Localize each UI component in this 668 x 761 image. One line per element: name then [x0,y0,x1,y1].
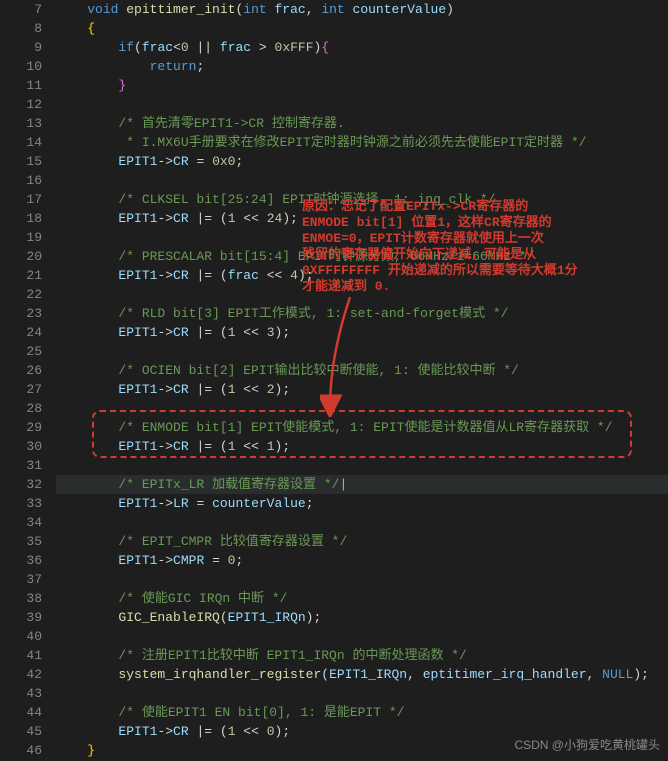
code-line: /* 注册EPIT1比较中断 EPIT1_IRQn 的中断处理函数 */ [56,646,668,665]
line-number: 35 [0,532,42,551]
code-line: /* EPITx_LR 加载值寄存器设置 */| [56,475,668,494]
line-number: 32 [0,475,42,494]
highlight-box [92,410,632,458]
code-line: * I.MX6U手册要求在修改EPIT定时器时钟源之前必须先去使能EPIT定时器… [56,133,668,152]
code-line [56,95,668,114]
line-number: 31 [0,456,42,475]
line-number: 19 [0,228,42,247]
line-number: 30 [0,437,42,456]
line-number: 7 [0,0,42,19]
code-line [56,684,668,703]
code-line: GIC_EnableIRQ(EPIT1_IRQn); [56,608,668,627]
line-number: 36 [0,551,42,570]
line-number: 38 [0,589,42,608]
code-line: EPIT1->LR = counterValue; [56,494,668,513]
code-line [56,171,668,190]
line-number: 20 [0,247,42,266]
code-line [56,456,668,475]
code-line: void epittimer_init(int frac, int counte… [56,0,668,19]
line-number: 22 [0,285,42,304]
line-number: 26 [0,361,42,380]
line-number: 33 [0,494,42,513]
watermark: CSDN @小狗爱吃黄桃罐头 [514,736,660,755]
line-number: 24 [0,323,42,342]
code-line: system_irqhandler_register(EPIT1_IRQn, e… [56,665,668,684]
line-number: 9 [0,38,42,57]
line-number: 18 [0,209,42,228]
line-number: 13 [0,114,42,133]
code-line: /* EPIT_CMPR 比较值寄存器设置 */ [56,532,668,551]
line-number: 43 [0,684,42,703]
line-number: 11 [0,76,42,95]
code-line: /* 使能GIC IRQn 中断 */ [56,589,668,608]
line-number: 37 [0,570,42,589]
code-line [56,342,668,361]
line-number: 34 [0,513,42,532]
line-number: 8 [0,19,42,38]
code-line: /* 首先清零EPIT1->CR 控制寄存器. [56,114,668,133]
line-number: 28 [0,399,42,418]
code-line: EPIT1->CR |= (1 << 3); [56,323,668,342]
line-number: 27 [0,380,42,399]
line-number: 25 [0,342,42,361]
line-number: 40 [0,627,42,646]
code-line: } [56,76,668,95]
code-line: /* 使能EPIT1 EN bit[0], 1: 是能EPIT */ [56,703,668,722]
line-number: 29 [0,418,42,437]
line-number: 41 [0,646,42,665]
line-number: 45 [0,722,42,741]
line-number: 21 [0,266,42,285]
code-line: EPIT1->CR |= (1 << 2); [56,380,668,399]
line-number: 16 [0,171,42,190]
code-area: void epittimer_init(int frac, int counte… [56,0,668,760]
code-line [56,513,668,532]
line-number: 23 [0,304,42,323]
code-line [56,627,668,646]
code-line: EPIT1->CR = 0x0; [56,152,668,171]
line-number: 17 [0,190,42,209]
code-line: /* OCIEN bit[2] EPIT输出比较中断使能, 1: 使能比较中断 … [56,361,668,380]
code-line: { [56,19,668,38]
line-number: 42 [0,665,42,684]
arrow-icon [320,297,360,417]
code-line [56,570,668,589]
line-number: 39 [0,608,42,627]
line-number: 46 [0,741,42,760]
line-number: 44 [0,703,42,722]
line-number: 10 [0,57,42,76]
code-line: return; [56,57,668,76]
code-line: if(frac<0 || frac > 0xFFF){ [56,38,668,57]
line-number: 12 [0,95,42,114]
line-number: 14 [0,133,42,152]
annotation-overlay: 原因：忘记了配置EPITx->CR寄存器的 ENMODE bit[1] 位置1，… [302,199,578,295]
code-line: /* RLD bit[3] EPIT工作模式, 1: set-and-forge… [56,304,668,323]
line-number-gutter: 7891011121314151617181920212223242526272… [0,0,56,760]
code-line: EPIT1->CMPR = 0; [56,551,668,570]
line-number: 15 [0,152,42,171]
